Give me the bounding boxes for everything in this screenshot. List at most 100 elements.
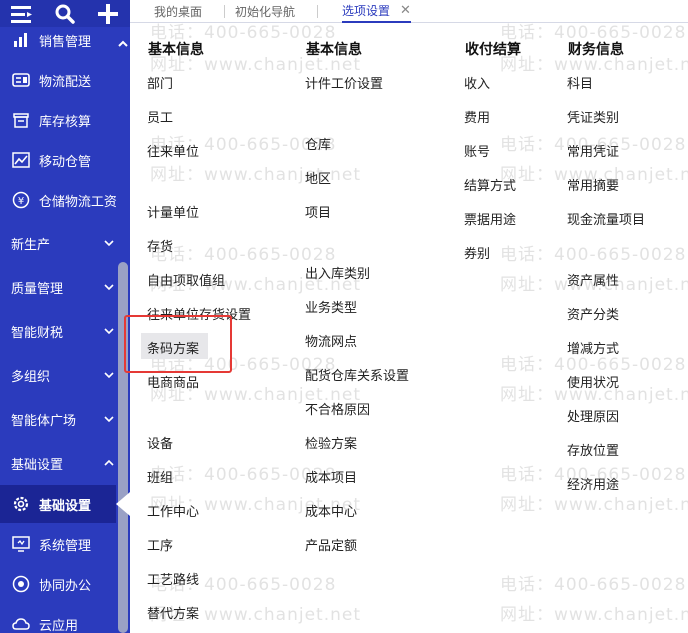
inventory-icon: [11, 110, 31, 130]
option-usage-status[interactable]: 使用状况: [567, 372, 619, 391]
option-routing[interactable]: 工艺路线: [147, 569, 199, 588]
sidebar-item-sales[interactable]: 销售管理: [0, 20, 116, 60]
option-expense[interactable]: 费用: [464, 107, 490, 126]
sidebar-item-basic-settings[interactable]: 基础设置: [0, 485, 130, 523]
tab-options-settings[interactable]: 选项设置 ✕: [342, 0, 411, 23]
column-header-basic-info-1: 基本信息: [148, 42, 204, 58]
option-logistics-outlet[interactable]: 物流网点: [305, 331, 357, 350]
sidebar: 销售管理 物流配送 库存核算 移动仓管 ¥ 仓储物流工资 新生产 质量管理 智能…: [0, 0, 130, 633]
option-cost-item[interactable]: 成本项目: [305, 467, 357, 486]
wage-icon: ¥: [11, 190, 31, 210]
option-income[interactable]: 收入: [464, 73, 490, 92]
option-piece-rate[interactable]: 计件工价设置: [305, 73, 383, 92]
option-voucher-type[interactable]: 凭证类别: [567, 107, 619, 126]
collab-icon: [11, 574, 31, 594]
option-disposal-reason[interactable]: 处理原因: [567, 406, 619, 425]
sidebar-item-cloud[interactable]: 云应用: [0, 604, 116, 633]
sidebar-group-multi-org[interactable]: 多组织: [0, 353, 116, 397]
sidebar-group-basic-settings[interactable]: 基础设置: [0, 441, 116, 485]
watermark: 网址：www.chanjet.net: [500, 605, 688, 625]
tab-init-nav[interactable]: 初始化导航: [235, 0, 295, 23]
sidebar-group-label: 新生产: [11, 237, 51, 253]
annotation-red-box: [124, 315, 232, 373]
chevron-down-icon: [104, 328, 114, 335]
option-account[interactable]: 账号: [464, 141, 490, 160]
option-cashflow-item[interactable]: 现金流量项目: [567, 209, 645, 228]
sidebar-item-label: 基础设置: [39, 498, 92, 514]
option-io-category[interactable]: 出入库类别: [305, 263, 370, 282]
option-common-summary[interactable]: 常用摘要: [567, 175, 619, 194]
option-equipment[interactable]: 设备: [147, 433, 173, 452]
logistics-icon: [11, 70, 31, 90]
tab-bar: 我的桌面 初始化导航 选项设置 ✕: [130, 0, 688, 23]
sidebar-item-label: 销售管理: [39, 34, 92, 50]
cloud-icon: [11, 614, 31, 633]
chevron-down-icon: [104, 284, 114, 291]
option-common-voucher[interactable]: 常用凭证: [567, 141, 619, 160]
option-project[interactable]: 项目: [305, 202, 331, 221]
sidebar-group-finance-tax[interactable]: 智能财税: [0, 309, 116, 353]
option-delivery-warehouse[interactable]: 配货仓库关系设置: [305, 365, 409, 384]
option-asset-attribute[interactable]: 资产属性: [567, 270, 619, 289]
sidebar-group-quality[interactable]: 质量管理: [0, 265, 116, 309]
sidebar-group-new-production[interactable]: 新生产: [0, 221, 116, 265]
sidebar-item-mobile-warehouse[interactable]: 移动仓管: [0, 140, 116, 180]
option-stock[interactable]: 存货: [147, 236, 173, 255]
sidebar-group-agent-plaza[interactable]: 智能体广场: [0, 397, 116, 441]
tab-label: 初始化导航: [235, 5, 296, 19]
close-icon[interactable]: ✕: [400, 3, 411, 18]
option-department[interactable]: 部门: [147, 73, 173, 92]
option-cost-center[interactable]: 成本中心: [305, 501, 357, 520]
option-denomination[interactable]: 券别: [464, 243, 490, 262]
sidebar-group-label: 智能体广场: [11, 413, 77, 429]
chevron-down-icon: [104, 240, 114, 247]
monitor-icon: [11, 534, 31, 554]
option-warehouse[interactable]: 仓库: [305, 134, 331, 153]
tab-separator: [224, 5, 225, 18]
option-product-quota[interactable]: 产品定额: [305, 535, 357, 554]
option-ecommerce-goods[interactable]: 电商商品: [147, 372, 199, 391]
sidebar-group-label: 基础设置: [11, 457, 64, 473]
sidebar-item-wage[interactable]: ¥ 仓储物流工资: [0, 180, 130, 220]
tab-my-desktop[interactable]: 我的桌面: [154, 0, 202, 23]
option-settlement-method[interactable]: 结算方式: [464, 175, 516, 194]
option-free-item-group[interactable]: 自由项取值组: [147, 270, 225, 289]
tab-separator: [317, 5, 318, 18]
option-economic-use[interactable]: 经济用途: [567, 474, 619, 493]
sidebar-item-label: 云应用: [39, 618, 79, 633]
option-unit[interactable]: 计量单位: [147, 202, 199, 221]
sidebar-item-label: 移动仓管: [39, 154, 92, 170]
tab-label: 选项设置: [342, 4, 391, 18]
sales-chart-icon: [11, 30, 31, 50]
option-process[interactable]: 工序: [147, 535, 173, 554]
sidebar-item-label: 库存核算: [39, 114, 92, 130]
sidebar-item-label: 系统管理: [39, 538, 92, 554]
sidebar-item-system[interactable]: 系统管理: [0, 524, 116, 564]
option-bill-purpose[interactable]: 票据用途: [464, 209, 516, 228]
svg-text:¥: ¥: [18, 196, 24, 207]
watermark: 网址：www.chanjet.net: [500, 495, 688, 515]
option-team[interactable]: 班组: [147, 467, 173, 486]
sidebar-item-inventory[interactable]: 库存核算: [0, 100, 116, 140]
sidebar-group-label: 智能财税: [11, 325, 64, 341]
option-inspection-scheme[interactable]: 检验方案: [305, 433, 357, 452]
option-partner[interactable]: 往来单位: [147, 141, 199, 160]
chevron-down-icon: [104, 416, 114, 423]
option-region[interactable]: 地区: [305, 168, 331, 187]
sidebar-item-logistics[interactable]: 物流配送: [0, 60, 116, 100]
option-work-center[interactable]: 工作中心: [147, 501, 199, 520]
watermark: 电话：400-665-0028: [150, 245, 337, 265]
column-header-settlement: 收付结算: [465, 42, 521, 58]
option-business-type[interactable]: 业务类型: [305, 297, 357, 316]
option-storage-location[interactable]: 存放位置: [567, 440, 619, 459]
option-subject[interactable]: 科目: [567, 73, 593, 92]
option-employee[interactable]: 员工: [147, 107, 173, 126]
watermark: 电话：400-665-0028: [500, 245, 687, 265]
option-substitute[interactable]: 替代方案: [147, 603, 199, 622]
sidebar-item-collab[interactable]: 协同办公: [0, 564, 116, 604]
option-defect-reason[interactable]: 不合格原因: [305, 399, 370, 418]
option-asset-category[interactable]: 资产分类: [567, 304, 619, 323]
column-header-basic-info-2: 基本信息: [306, 42, 362, 58]
chevron-up-icon: [104, 459, 114, 466]
option-change-method[interactable]: 增减方式: [567, 338, 619, 357]
